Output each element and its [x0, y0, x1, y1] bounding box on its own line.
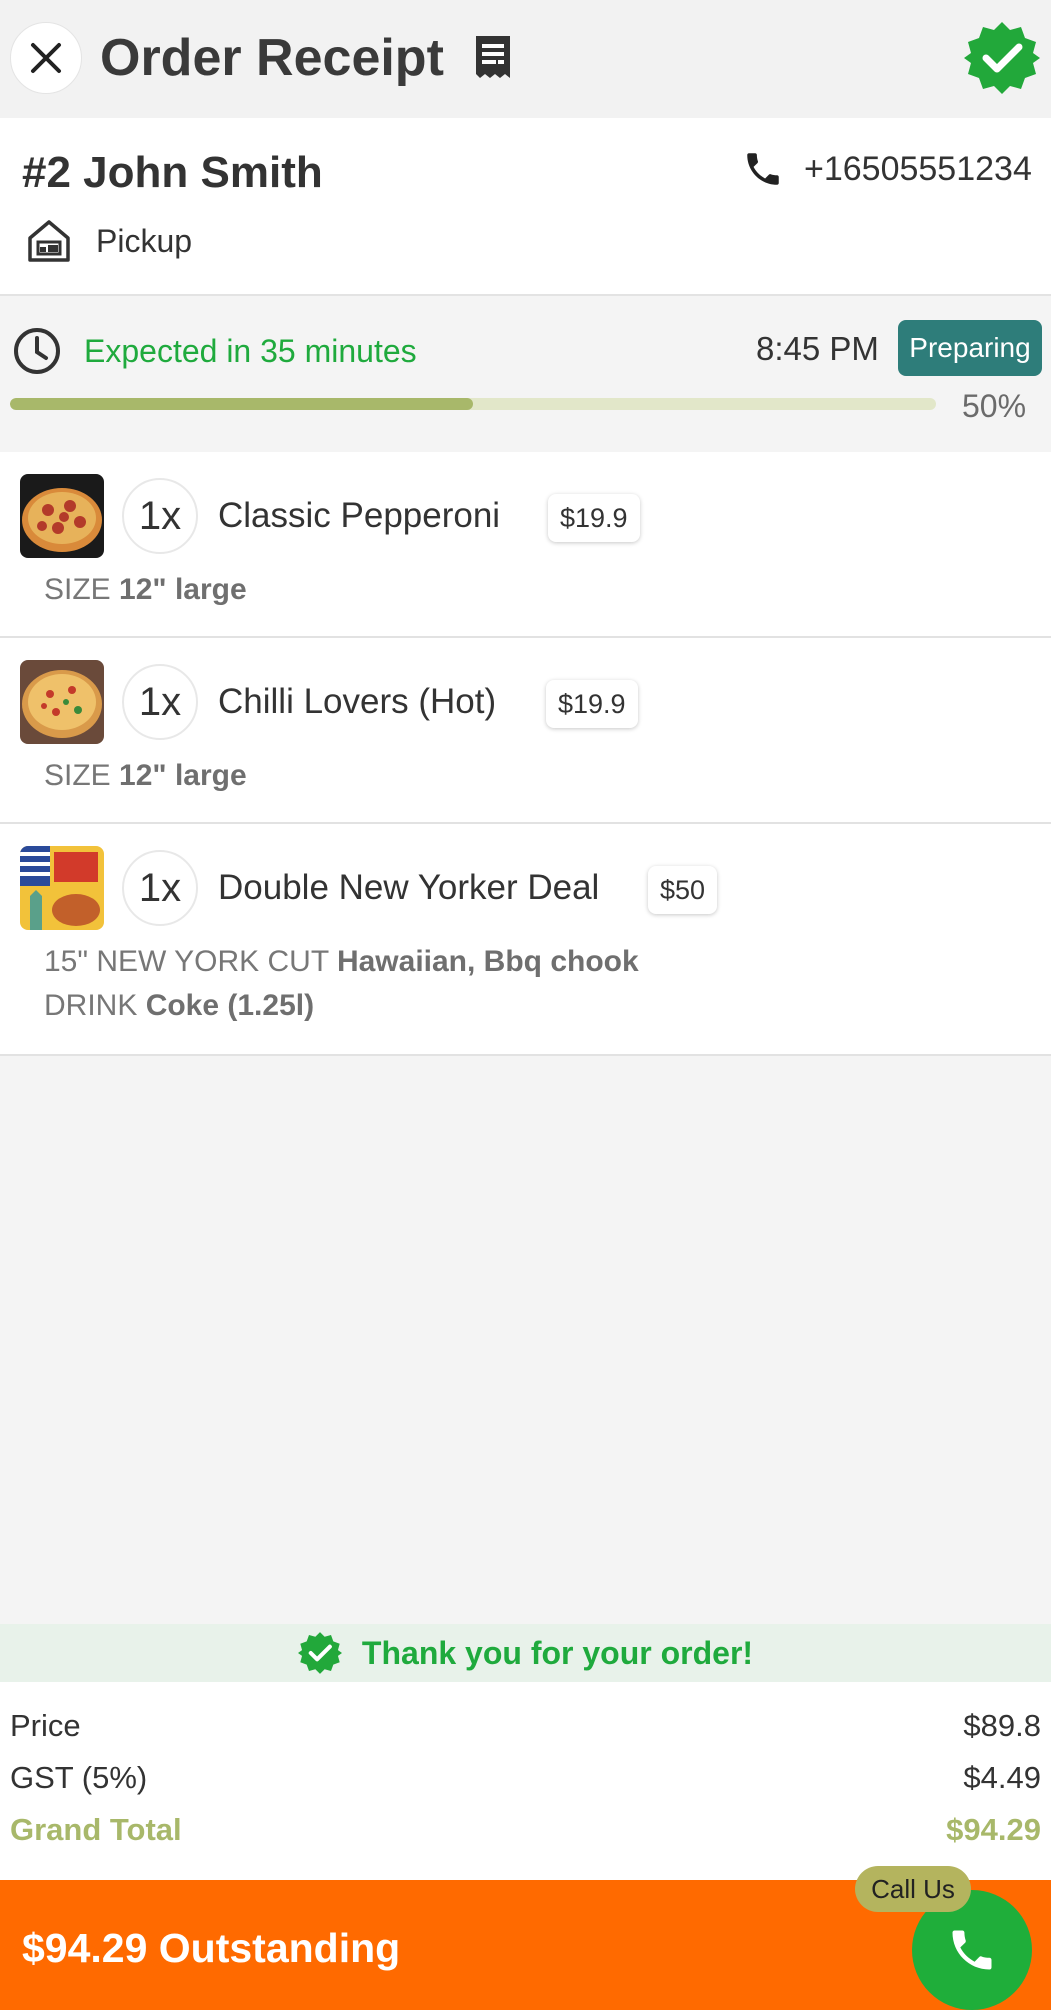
pickup-store-icon — [28, 220, 70, 262]
option-label: SIZE — [44, 759, 111, 792]
grand-total-value: $94.29 — [946, 1812, 1041, 1847]
item-name: Double New Yorker Deal — [218, 868, 600, 907]
order-items-list: 1x Classic Pepperoni $19.9 SIZE 12" larg… — [0, 452, 1051, 1056]
item-name: Classic Pepperoni — [218, 496, 501, 535]
price-row: Price $89.8 — [10, 1706, 1041, 1746]
option-label: DRINK — [44, 989, 138, 1022]
option-label: 15" NEW YORK CUT — [44, 945, 329, 978]
gst-row: GST (5%) $4.49 — [10, 1758, 1041, 1798]
clock-icon — [14, 328, 60, 374]
close-button[interactable] — [10, 22, 82, 94]
order-customer-name: #2 John Smith — [22, 148, 323, 197]
chilli-pizza-image — [20, 660, 104, 744]
verified-badge-icon — [964, 22, 1040, 94]
deal-promo-image — [20, 846, 104, 930]
eta-text: Expected in 35 minutes — [84, 333, 417, 369]
option-value: 12" large — [119, 759, 247, 792]
phone-icon — [952, 1930, 992, 1970]
grand-total-row: Grand Total $94.29 — [10, 1810, 1041, 1850]
price-label: Price — [10, 1708, 81, 1743]
item-quantity: 1x — [122, 478, 198, 554]
item-name: Chilli Lovers (Hot) — [218, 682, 497, 721]
price-value: $89.8 — [963, 1708, 1041, 1743]
item-option: SIZE 12" large — [44, 756, 247, 796]
thank-you-text: Thank you for your order! — [361, 1634, 754, 1671]
list-item[interactable]: 1x Double New Yorker Deal $50 15" NEW YO… — [0, 824, 1051, 1056]
item-quantity: 1x — [122, 664, 198, 740]
grand-total-label: Grand Total — [10, 1812, 182, 1847]
close-icon — [31, 43, 61, 73]
totals-section: Price $89.8 GST (5%) $4.49 Grand Total $… — [0, 1682, 1051, 1880]
thank-you-banner: Thank you for your order! — [0, 1624, 1051, 1682]
option-value: 12" large — [119, 573, 247, 606]
order-type-label: Pickup — [96, 223, 193, 259]
call-us-label[interactable]: Call Us — [855, 1866, 971, 1912]
item-price: $19.9 — [548, 494, 640, 542]
header: Order Receipt — [0, 0, 1051, 118]
progress-fill — [10, 398, 473, 410]
check-badge-icon — [297, 1632, 342, 1674]
list-item[interactable]: 1x Classic Pepperoni $19.9 SIZE 12" larg… — [0, 452, 1051, 638]
gst-value: $4.49 — [963, 1760, 1041, 1795]
receipt-icon — [476, 36, 510, 78]
option-value: Hawaiian, Bbq chook — [336, 945, 639, 978]
outstanding-amount: $94.29 Outstanding — [22, 1925, 401, 1971]
progress-bar — [10, 398, 936, 410]
list-item[interactable]: 1x Chilli Lovers (Hot) $19.9 SIZE 12" la… — [0, 638, 1051, 824]
item-option: 15" NEW YORK CUT Hawaiian, Bbq chook — [44, 942, 639, 982]
item-price: $19.9 — [546, 680, 638, 728]
phone-number-link[interactable]: +16505551234 — [804, 148, 1032, 190]
progress-percent: 50% — [962, 388, 1027, 424]
pepperoni-pizza-image — [20, 474, 104, 558]
eta-time: 8:45 PM — [756, 330, 879, 367]
item-option: DRINK Coke (1.25l) — [44, 986, 314, 1026]
status-badge: Preparing — [898, 320, 1042, 376]
gst-label: GST (5%) — [10, 1760, 148, 1795]
item-quantity: 1x — [122, 850, 198, 926]
page-title: Order Receipt — [100, 29, 444, 87]
order-status-section: Expected in 35 minutes 8:45 PM Preparing… — [0, 296, 1051, 452]
option-value: Coke (1.25l) — [145, 989, 315, 1022]
phone-icon[interactable] — [742, 148, 784, 190]
customer-section: #2 John Smith +16505551234 Pickup — [0, 118, 1051, 296]
item-option: SIZE 12" large — [44, 570, 247, 610]
item-price: $50 — [648, 866, 718, 914]
option-label: SIZE — [44, 573, 111, 606]
